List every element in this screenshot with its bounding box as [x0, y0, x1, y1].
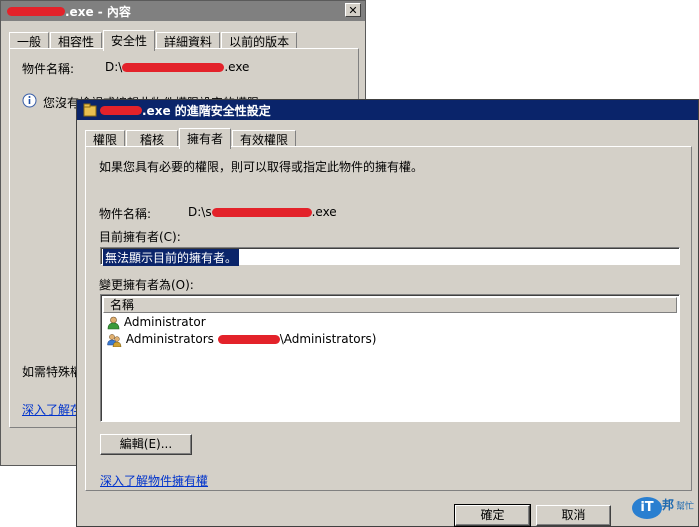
cancel-button[interactable]: 取消 — [536, 505, 611, 526]
advanced-tabs: 權限 稽核 擁有者 有效權限 — [85, 128, 297, 149]
object-name-label: 物件名稱: — [99, 207, 152, 221]
advanced-security-window: .exe 的進階安全性設定 權限 稽核 擁有者 有效權限 如果您具有必要的權限，… — [76, 99, 699, 527]
redacted-path — [122, 63, 225, 72]
properties-titlebar: .exe - 內容 ✕ — [1, 1, 365, 21]
current-owner-field[interactable]: 無法顯示目前的擁有者。 — [100, 247, 680, 266]
properties-close-button[interactable]: ✕ — [345, 3, 361, 17]
edit-button[interactable]: 編輯(E)... — [100, 434, 192, 455]
owner-list[interactable]: 名稱 Administrator Administrators \Adminis… — [100, 294, 680, 422]
redacted-domain — [217, 335, 280, 344]
object-name-label: 物件名稱: — [22, 62, 75, 76]
list-header-name[interactable]: 名稱 — [103, 297, 677, 313]
current-owner-label: 目前擁有者(C): — [99, 230, 181, 244]
owner-name: Administrators — [125, 332, 218, 346]
redacted-path — [211, 208, 312, 217]
ok-button[interactable]: 確定 — [454, 504, 531, 527]
change-owner-label: 變更擁有者為(O): — [99, 278, 194, 292]
info-icon — [22, 93, 37, 108]
ownership-description: 如果您具有必要的權限，則可以取得或指定此物件的擁有權。 — [99, 160, 424, 174]
properties-title: .exe - 內容 — [65, 4, 131, 19]
folder-icon — [83, 103, 97, 117]
learn-more-access-link[interactable]: 深入了解存 — [22, 401, 82, 418]
owner-panel: 如果您具有必要的權限，則可以取得或指定此物件的擁有權。 物件名稱: D:\s .e… — [85, 146, 692, 491]
redacted-filename — [100, 105, 142, 115]
redacted-filename — [7, 6, 65, 16]
advanced-security-titlebar: .exe 的進階安全性設定 — [77, 100, 698, 120]
object-name-value: D:\ .exe — [105, 60, 250, 74]
list-item[interactable]: Administrator — [107, 314, 206, 330]
ithome-logo: iT 邦 幫忙 — [632, 494, 694, 522]
special-permissions-text: 如需特殊權 — [22, 365, 83, 379]
advanced-security-title: .exe 的進階安全性設定 — [142, 103, 271, 118]
learn-more-ownership-link[interactable]: 深入了解物件擁有權 — [100, 472, 208, 489]
properties-tabs: 一般 相容性 安全性 詳細資料 以前的版本 — [9, 30, 298, 51]
object-name-value: D:\s .exe — [188, 205, 337, 219]
list-item[interactable]: Administrators \Administrators) — [107, 331, 376, 347]
owner-name: Administrator — [123, 315, 206, 329]
user-icon — [107, 316, 120, 330]
tab-owner[interactable]: 擁有者 — [179, 128, 232, 149]
current-owner-value: 無法顯示目前的擁有者。 — [103, 249, 240, 266]
tab-security[interactable]: 安全性 — [103, 30, 156, 51]
group-icon — [107, 333, 122, 347]
